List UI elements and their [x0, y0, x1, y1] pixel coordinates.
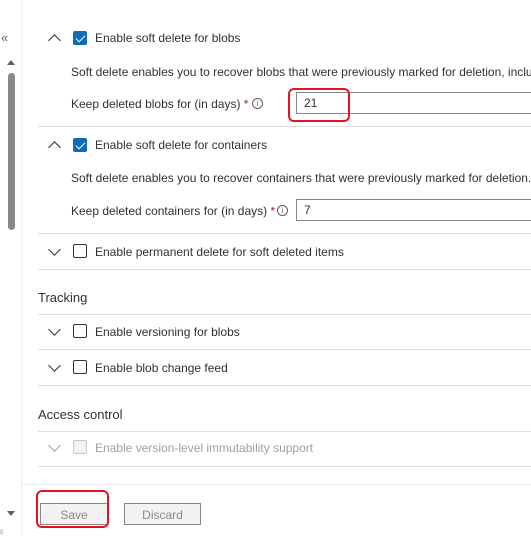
immutability-label: Enable version-level immutability suppor… [95, 441, 314, 455]
highlight-box [288, 88, 350, 122]
chevron-down-icon[interactable] [48, 243, 61, 256]
containers-retention-days-input[interactable]: 7 [296, 199, 531, 221]
chevron-up-icon[interactable] [48, 34, 61, 47]
left-rail: « [0, 0, 22, 536]
collapse-menu-icon[interactable]: « [1, 30, 8, 46]
soft-delete-containers-checkbox[interactable] [73, 138, 87, 152]
containers-retention-label-text: Keep deleted containers for (in days) [71, 204, 268, 218]
divider [38, 126, 531, 127]
containers-retention-label: Keep deleted containers for (in days) * [71, 204, 275, 218]
chevron-down-icon[interactable] [48, 323, 61, 336]
soft-delete-containers-description-text: Soft delete enables you to recover conta… [71, 171, 531, 185]
change-feed-checkbox[interactable] [73, 360, 87, 374]
edge-mark: ɛ [0, 527, 4, 536]
required-mark: * [270, 204, 276, 218]
soft-delete-blobs-checkbox[interactable] [73, 31, 87, 45]
blobs-retention-label: Keep deleted blobs for (in days) * [71, 97, 248, 111]
soft-delete-blobs-description: Soft delete enables you to recover blobs… [71, 65, 531, 79]
discard-button[interactable]: Discard [124, 503, 201, 525]
permanent-delete-checkbox[interactable] [73, 244, 87, 258]
soft-delete-containers-description: Soft delete enables you to recover conta… [71, 171, 531, 185]
versioning-label[interactable]: Enable versioning for blobs [95, 325, 240, 339]
chevron-down-icon[interactable] [48, 359, 61, 372]
divider [38, 269, 531, 270]
chevron-down-icon [48, 439, 61, 452]
info-icon[interactable]: i [252, 98, 263, 109]
scrollbar-thumb[interactable] [8, 73, 15, 230]
divider [38, 233, 531, 234]
required-mark: * [243, 97, 249, 111]
divider [38, 314, 531, 315]
chevron-up-icon[interactable] [48, 141, 61, 154]
scroll-down-arrow-icon[interactable] [7, 511, 15, 516]
footer-divider [21, 484, 531, 485]
permanent-delete-label[interactable]: Enable permanent delete for soft deleted… [95, 245, 344, 259]
info-icon[interactable]: i [277, 205, 288, 216]
soft-delete-blobs-label[interactable]: Enable soft delete for blobs [95, 31, 240, 45]
highlight-box [36, 490, 109, 528]
versioning-checkbox[interactable] [73, 324, 87, 338]
divider [38, 466, 531, 467]
change-feed-label[interactable]: Enable blob change feed [95, 361, 228, 375]
scroll-up-arrow-icon[interactable] [7, 60, 15, 65]
access-control-section-title: Access control [38, 407, 123, 422]
divider [38, 349, 531, 350]
tracking-section-title: Tracking [38, 290, 88, 305]
soft-delete-containers-label[interactable]: Enable soft delete for containers [95, 138, 267, 152]
divider [38, 431, 531, 432]
immutability-checkbox [73, 440, 87, 454]
blobs-retention-label-text: Keep deleted blobs for (in days) [71, 97, 241, 111]
divider [38, 385, 531, 386]
